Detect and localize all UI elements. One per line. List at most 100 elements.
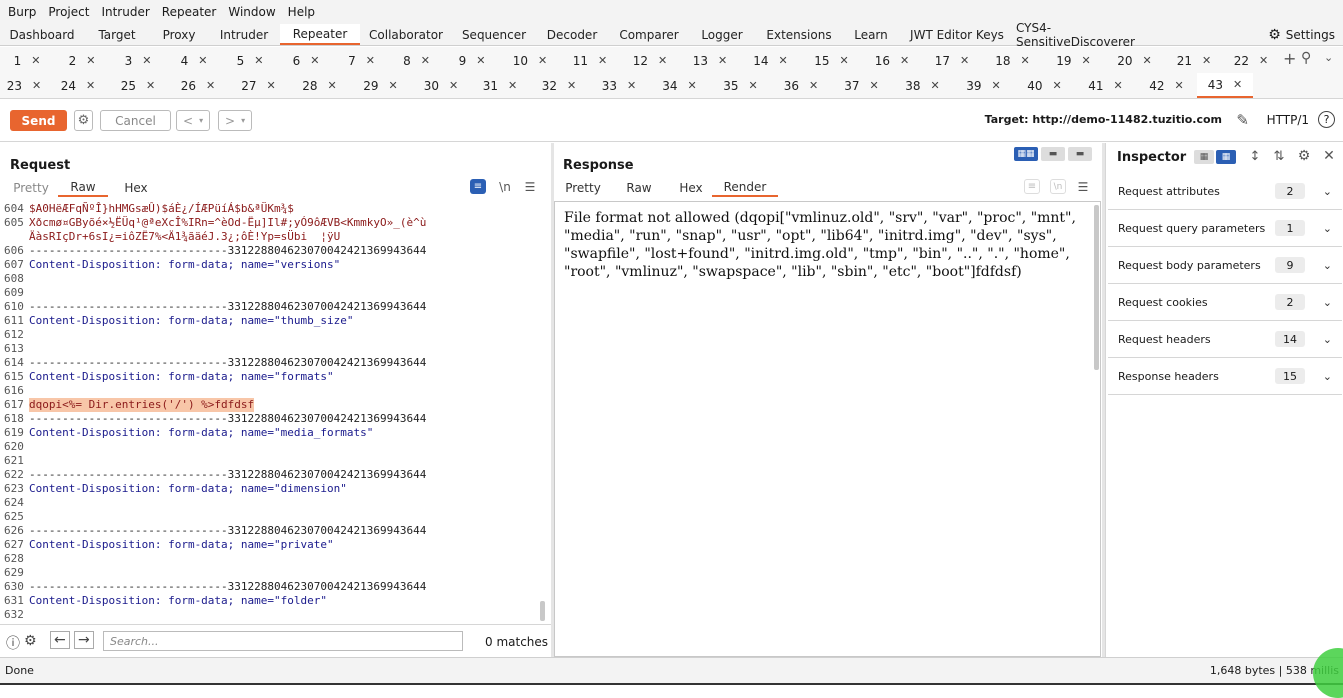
- close-tab-icon[interactable]: ✕: [718, 54, 727, 67]
- newline-toggle-icon[interactable]: \n: [498, 179, 512, 194]
- help-icon[interactable]: ⓘ: [6, 633, 20, 653]
- inspector-layout-icon[interactable]: ▦: [1194, 150, 1214, 164]
- tab-learn[interactable]: Learn: [844, 24, 898, 45]
- close-tab-icon[interactable]: ✕: [870, 79, 879, 92]
- repeater-tab-31[interactable]: 31 ✕: [471, 73, 529, 98]
- repeater-tab-5[interactable]: 5 ✕: [222, 48, 278, 73]
- close-tab-icon[interactable]: ✕: [508, 79, 517, 92]
- repeater-tab-43[interactable]: 43 ✕: [1197, 73, 1253, 98]
- tab-intruder[interactable]: Intruder: [208, 24, 280, 45]
- close-tab-icon[interactable]: ✕: [960, 54, 969, 67]
- close-tab-icon[interactable]: ✕: [206, 79, 215, 92]
- close-tab-icon[interactable]: ✕: [449, 79, 458, 92]
- menu-burp[interactable]: Burp: [2, 5, 42, 19]
- close-tab-icon[interactable]: ✕: [931, 79, 940, 92]
- repeater-tab-25[interactable]: 25 ✕: [108, 73, 168, 98]
- inspector-section-request-cookies[interactable]: Request cookies 2 ⌄: [1108, 284, 1342, 321]
- repeater-tab-17[interactable]: 17 ✕: [922, 48, 982, 73]
- menu-intruder[interactable]: Intruder: [95, 5, 155, 19]
- layout-tabs-icon[interactable]: ▬: [1068, 147, 1092, 161]
- chevron-down-icon[interactable]: ⌄: [1323, 296, 1332, 309]
- repeater-tab-36[interactable]: 36 ✕: [771, 73, 831, 98]
- tab-collaborator[interactable]: Collaborator: [360, 24, 452, 45]
- gear-icon[interactable]: ⚙: [24, 633, 37, 649]
- menu-window[interactable]: Window: [222, 5, 281, 19]
- repeater-tab-11[interactable]: 11 ✕: [560, 48, 620, 73]
- close-tab-icon[interactable]: ✕: [809, 79, 818, 92]
- edit-target-pencil-icon[interactable]: ✎: [1236, 111, 1249, 129]
- send-options-gear-icon[interactable]: ⚙: [74, 110, 93, 131]
- close-tab-icon[interactable]: ✕: [328, 79, 337, 92]
- search-icon[interactable]: ⚲: [1301, 50, 1311, 66]
- close-tab-icon[interactable]: ✕: [627, 79, 636, 92]
- tab-logger[interactable]: Logger: [690, 24, 754, 45]
- tab-extensions[interactable]: Extensions: [754, 24, 844, 45]
- arrow-left-icon[interactable]: ←: [50, 631, 70, 649]
- tab-request-pretty[interactable]: Pretty: [4, 179, 58, 197]
- forward-history-button[interactable]: > ▾: [218, 110, 253, 131]
- menu-project[interactable]: Project: [42, 5, 95, 19]
- repeater-tab-9[interactable]: 9 ✕: [444, 48, 500, 73]
- tab-response-hex[interactable]: Hex: [670, 179, 712, 197]
- repeater-tab-32[interactable]: 32 ✕: [529, 73, 589, 98]
- inspector-section-request-body-parameters[interactable]: Request body parameters 9 ⌄: [1108, 247, 1342, 284]
- close-tab-icon[interactable]: ✕: [198, 54, 207, 67]
- close-tab-icon[interactable]: ✕: [32, 79, 41, 92]
- inspector-section-request-headers[interactable]: Request headers 14 ⌄: [1108, 321, 1342, 358]
- repeater-tab-42[interactable]: 42 ✕: [1136, 73, 1197, 98]
- close-tab-icon[interactable]: ✕: [1082, 54, 1091, 67]
- close-tab-icon[interactable]: ✕: [749, 79, 758, 92]
- close-tab-icon[interactable]: ✕: [1202, 54, 1211, 67]
- repeater-tab-22[interactable]: 22 ✕: [1223, 48, 1279, 73]
- tab-sequencer[interactable]: Sequencer: [452, 24, 536, 45]
- close-tab-icon[interactable]: ✕: [900, 54, 909, 67]
- menu-icon[interactable]: ☰: [523, 179, 537, 194]
- close-tab-icon[interactable]: ✕: [658, 54, 667, 67]
- close-tab-icon[interactable]: ✕: [267, 79, 276, 92]
- send-button[interactable]: Send: [10, 110, 67, 131]
- tab-response-pretty[interactable]: Pretty: [558, 179, 608, 197]
- repeater-tab-23[interactable]: 23 ✕: [0, 73, 48, 98]
- tab-repeater[interactable]: Repeater: [280, 24, 360, 45]
- tab-request-hex[interactable]: Hex: [108, 179, 164, 197]
- close-tab-icon[interactable]: ✕: [86, 54, 95, 67]
- menu-icon[interactable]: ☰: [1076, 179, 1090, 194]
- repeater-tab-30[interactable]: 30 ✕: [411, 73, 471, 98]
- repeater-tab-37[interactable]: 37 ✕: [831, 73, 892, 98]
- repeater-tab-2[interactable]: 2 ✕: [54, 48, 110, 73]
- tab-decoder[interactable]: Decoder: [536, 24, 608, 45]
- inspector-section-request-query-parameters[interactable]: Request query parameters 1 ⌄: [1108, 210, 1342, 247]
- back-history-button[interactable]: < ▾: [176, 110, 211, 131]
- close-tab-icon[interactable]: ✕: [992, 79, 1001, 92]
- chevron-down-icon[interactable]: ⌄: [1323, 185, 1332, 198]
- tab-response-raw[interactable]: Raw: [608, 179, 670, 197]
- close-tab-icon[interactable]: ✕: [779, 54, 788, 67]
- repeater-tab-33[interactable]: 33 ✕: [589, 73, 649, 98]
- repeater-tab-38[interactable]: 38 ✕: [892, 73, 953, 98]
- close-tab-icon[interactable]: ✕: [567, 79, 576, 92]
- help-icon[interactable]: ?: [1318, 111, 1335, 128]
- chevron-down-icon[interactable]: ⌄: [1323, 333, 1332, 346]
- close-tab-icon[interactable]: ✕: [31, 54, 40, 67]
- chevron-down-icon[interactable]: ⌄: [1323, 370, 1332, 383]
- repeater-tab-10[interactable]: 10 ✕: [500, 48, 560, 73]
- gear-icon[interactable]: ⚙: [1296, 148, 1312, 164]
- expand-all-icon[interactable]: ↕: [1247, 148, 1263, 164]
- close-tab-icon[interactable]: ✕: [254, 54, 263, 67]
- close-tab-icon[interactable]: ✕: [366, 54, 375, 67]
- repeater-tab-28[interactable]: 28 ✕: [289, 73, 350, 98]
- menu-help[interactable]: Help: [282, 5, 321, 19]
- search-input[interactable]: Search...: [103, 631, 463, 651]
- request-editor[interactable]: 604 $A0HëÆFqÑºÎ}hHMGsæÛ)$áÈ¿/ÍÆPüíÁ$b&ªÜ…: [4, 202, 534, 624]
- inspector-section-response-headers[interactable]: Response headers 15 ⌄: [1108, 358, 1342, 395]
- repeater-tab-15[interactable]: 15 ✕: [801, 48, 862, 73]
- repeater-tab-7[interactable]: 7 ✕: [334, 48, 389, 73]
- close-tab-icon[interactable]: ✕: [538, 54, 547, 67]
- chevron-down-icon[interactable]: ⌄: [1323, 259, 1332, 272]
- tab-comparer[interactable]: Comparer: [608, 24, 690, 45]
- repeater-tab-40[interactable]: 40 ✕: [1014, 73, 1075, 98]
- chevron-down-icon[interactable]: ⌄: [1323, 222, 1332, 235]
- repeater-tab-35[interactable]: 35 ✕: [710, 73, 771, 98]
- repeater-tab-19[interactable]: 19 ✕: [1043, 48, 1104, 73]
- close-tab-icon[interactable]: ✕: [310, 54, 319, 67]
